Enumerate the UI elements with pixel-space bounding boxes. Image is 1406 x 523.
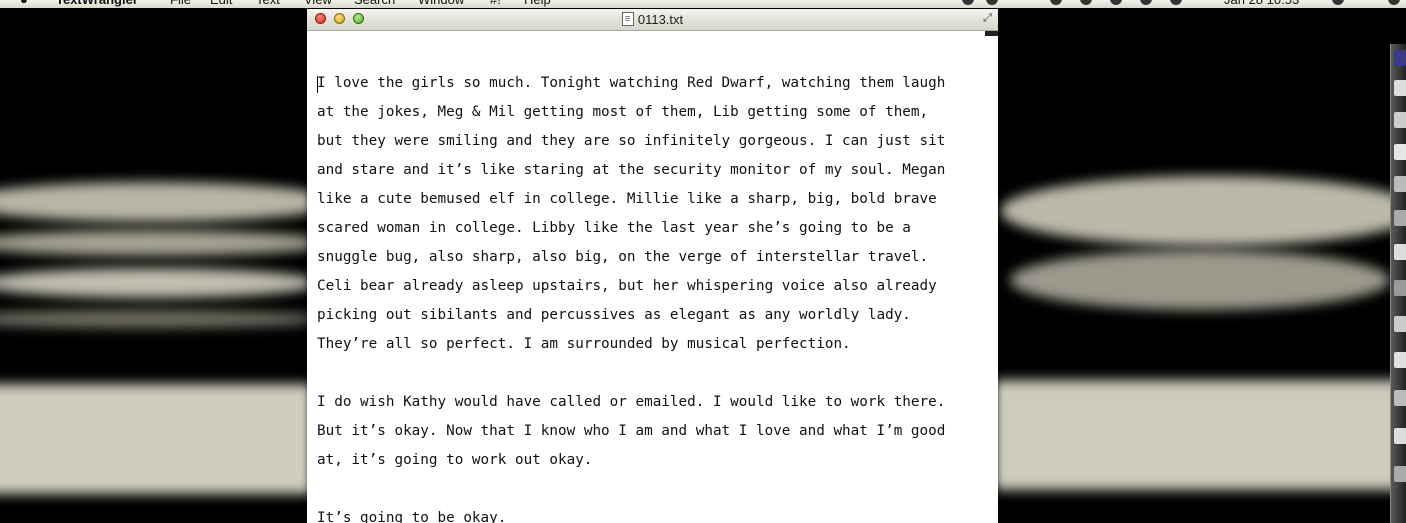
menu-text[interactable]: Text	[256, 0, 280, 8]
fullscreen-icon[interactable]: ⤢	[981, 12, 994, 25]
text-line: I love the girls so much. Tonight watchi…	[317, 75, 946, 91]
menu-help[interactable]: Help	[524, 0, 551, 8]
text-line: scared woman in college. Libby like the …	[317, 220, 911, 236]
menu-view[interactable]: View	[304, 0, 332, 8]
text-line: picking out sibilants and percussives as…	[317, 307, 911, 323]
dock-app-icon[interactable]	[1394, 210, 1406, 226]
text-line: snuggle bug, also sharp, also big, on th…	[317, 249, 929, 265]
menu-app-name[interactable]: TextWrangler	[56, 0, 138, 8]
text-area[interactable]: I love the girls so much. Tonight watchi…	[307, 31, 998, 523]
document-proxy-icon[interactable]	[621, 12, 634, 26]
text-line: at the jokes, Meg & Mil getting most of …	[317, 104, 929, 120]
dock-app-icon[interactable]	[1394, 280, 1406, 296]
text-line: They’re all so perfect. I am surrounded …	[317, 336, 851, 352]
menu-bar: ● TextWrangler File Edit Text View Searc…	[0, 0, 1406, 8]
text-line: Celi bear already asleep upstairs, but h…	[317, 278, 937, 294]
text-line: But it’s okay. Now that I know who I am …	[317, 423, 946, 439]
menu-edit[interactable]: Edit	[210, 0, 232, 8]
dock	[1390, 44, 1406, 523]
wallpaper-streak	[990, 380, 1406, 490]
status-icon[interactable]	[962, 0, 974, 5]
paragraph-3: It’s going to be okay.	[317, 504, 987, 523]
text-line: It’s going to be okay.	[317, 510, 507, 523]
paragraph-1: I love the girls so much. Tonight watchi…	[317, 69, 987, 359]
dock-app-icon[interactable]	[1394, 352, 1406, 368]
dock-app-icon[interactable]	[1394, 80, 1406, 96]
text-line: like a cute bemused elf in college. Mill…	[317, 191, 937, 207]
wallpaper-streak	[0, 384, 340, 494]
status-icon[interactable]	[1080, 0, 1092, 5]
menu-file[interactable]: File	[170, 0, 191, 8]
text-line: I do wish Kathy would have called or ema…	[317, 394, 946, 410]
dock-app-icon[interactable]	[1394, 176, 1406, 192]
menu-window[interactable]: Window	[418, 0, 464, 8]
dock-app-icon[interactable]	[1394, 112, 1406, 128]
menu-script[interactable]: #!	[490, 0, 501, 8]
paragraph-2: I do wish Kathy would have called or ema…	[317, 388, 987, 475]
wallpaper-streak	[1010, 250, 1390, 310]
dock-app-icon[interactable]	[1394, 144, 1406, 160]
dock-app-icon[interactable]	[1394, 390, 1406, 406]
spotlight-icon[interactable]	[1388, 0, 1400, 5]
wallpaper-streak	[0, 230, 330, 256]
wallpaper-streak	[0, 182, 340, 222]
wallpaper-streak	[0, 310, 330, 328]
text-line: at, it’s going to work out okay.	[317, 452, 593, 468]
status-icon[interactable]	[1110, 0, 1122, 5]
menu-clock[interactable]: Jan 28 10:53	[1224, 0, 1299, 8]
dock-app-icon[interactable]	[1394, 50, 1406, 66]
dock-app-icon[interactable]	[1394, 428, 1406, 444]
wallpaper-streak	[1000, 176, 1406, 246]
desktop: ● TextWrangler File Edit Text View Searc…	[0, 0, 1406, 523]
dock-app-icon[interactable]	[1394, 244, 1406, 260]
status-icon[interactable]	[1170, 0, 1182, 5]
dock-app-icon[interactable]	[1394, 316, 1406, 332]
window-title-area: 0113.txt	[307, 9, 998, 30]
text-line: but they were smiling and they are so in…	[317, 133, 946, 149]
status-icon[interactable]	[1050, 0, 1062, 5]
status-icon[interactable]	[1140, 0, 1152, 5]
window-titlebar[interactable]: 0113.txt ⤢	[307, 9, 998, 31]
text-editor-window: 0113.txt ⤢ I love the girls so much. Ton…	[307, 9, 998, 523]
window-title: 0113.txt	[637, 12, 684, 27]
apple-menu-icon[interactable]: ●	[20, 0, 28, 8]
user-icon[interactable]	[1332, 0, 1344, 5]
status-icon[interactable]	[986, 0, 998, 5]
text-line: and stare and it’s like staring at the s…	[317, 162, 946, 178]
dock-app-icon[interactable]	[1394, 466, 1406, 482]
menu-search[interactable]: Search	[354, 0, 395, 8]
wallpaper-streak	[0, 268, 320, 298]
